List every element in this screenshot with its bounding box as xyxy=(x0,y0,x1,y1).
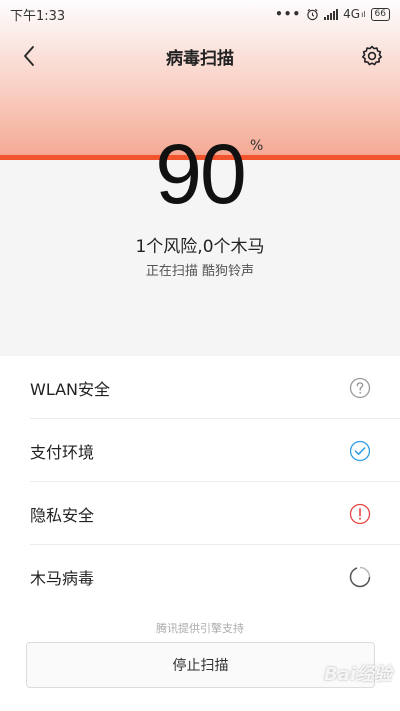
status-icons: ••• 4G ıl 66 xyxy=(275,7,390,21)
scan-category-list: WLAN安全 支付环境 隐私安全 木马病毒 xyxy=(0,356,400,608)
back-arrow-icon[interactable] xyxy=(18,44,42,68)
scan-percentage: 90 % xyxy=(0,128,400,220)
page-title: 病毒扫描 xyxy=(166,48,234,69)
page-header: 病毒扫描 xyxy=(0,36,400,76)
alarm-icon xyxy=(307,8,318,20)
question-icon xyxy=(349,377,371,398)
list-item-label: 木马病毒 xyxy=(30,568,95,588)
check-icon xyxy=(349,440,371,461)
status-time: 下午1:33 xyxy=(10,8,66,24)
warning-icon xyxy=(349,503,371,524)
status-bar: 下午1:33 ••• 4G ıl 66 xyxy=(0,0,400,28)
notification-dots-icon: ••• xyxy=(275,7,302,21)
list-item-payment-environment[interactable]: 支付环境 xyxy=(0,419,400,482)
percent-sign: % xyxy=(250,138,264,154)
list-item-label: 支付环境 xyxy=(30,442,95,462)
network-type: 4G xyxy=(343,7,361,21)
risk-summary: 1个风险,0个木马 xyxy=(135,237,265,257)
list-item-privacy-security[interactable]: 隐私安全 xyxy=(0,482,400,545)
network-activity-icon: ıl xyxy=(361,9,366,19)
loading-icon xyxy=(349,566,371,587)
gear-icon[interactable] xyxy=(360,44,384,68)
battery-icon: 66 xyxy=(370,7,390,21)
engine-credit: 腾讯提供引擎支持 xyxy=(156,622,244,635)
list-item-label: 隐私安全 xyxy=(30,505,95,525)
list-item-label: WLAN安全 xyxy=(30,379,111,399)
stop-scan-button[interactable]: 停止扫描 xyxy=(26,642,375,688)
watermark-logo: Bai经验 xyxy=(323,664,392,685)
scan-status-text: 正在扫描 酷狗铃声 xyxy=(145,264,255,279)
percent-value: 90 xyxy=(155,127,246,221)
signal-strength-icon xyxy=(324,8,339,20)
list-item-wlan-security[interactable]: WLAN安全 xyxy=(0,356,400,419)
list-item-trojan-virus[interactable]: 木马病毒 xyxy=(0,545,400,608)
